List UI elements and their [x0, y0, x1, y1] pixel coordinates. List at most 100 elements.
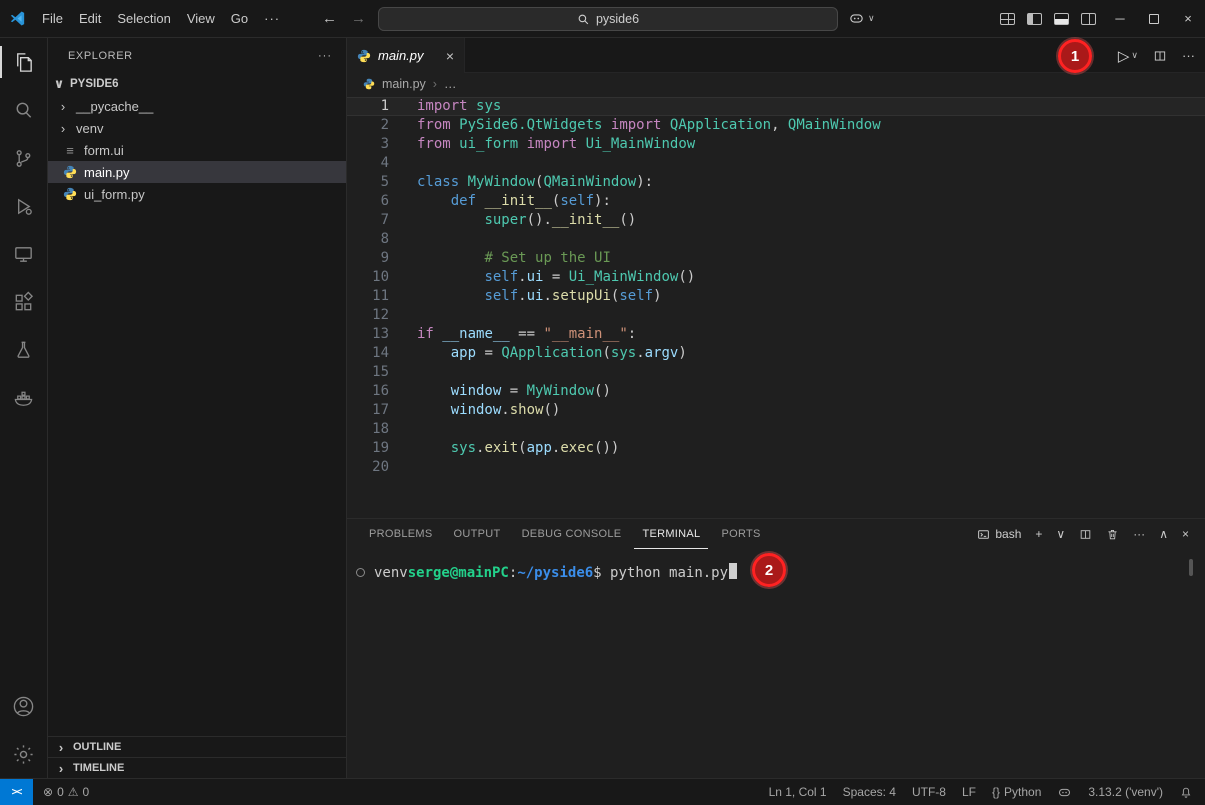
outline-section-header[interactable]: › OUTLINE [48, 736, 346, 757]
language-status[interactable]: {} Python [992, 785, 1041, 799]
split-editor-button[interactable] [1153, 49, 1167, 63]
tab-ports[interactable]: PORTS [713, 519, 768, 549]
activity-extensions[interactable] [0, 278, 48, 326]
line-number[interactable]: 16 [347, 382, 389, 401]
maximize-panel-icon[interactable]: ∧ [1159, 527, 1168, 541]
breadcrumb-symbol[interactable]: … [444, 77, 457, 91]
notifications-button[interactable] [1179, 785, 1193, 799]
line-number[interactable]: 9 [347, 249, 389, 268]
menu-go[interactable]: Go [223, 7, 256, 30]
timeline-section-header[interactable]: › TIMELINE [48, 757, 346, 778]
remote-indicator[interactable]: >< [0, 779, 33, 805]
activity-testing[interactable] [0, 326, 48, 374]
menu-view[interactable]: View [179, 7, 223, 30]
workspace-section-header[interactable]: ∨ PYSIDE6 [48, 73, 346, 95]
minimize-button[interactable]: ─ [1103, 0, 1137, 37]
problems-status[interactable]: ⊗ 0 ⚠ 0 [43, 785, 89, 799]
activity-search[interactable] [0, 86, 48, 134]
line-number[interactable]: 1 [347, 97, 389, 116]
code-line[interactable]: 2from PySide6.QtWidgets import QApplicat… [347, 116, 1205, 135]
line-number[interactable]: 6 [347, 192, 389, 211]
code-line[interactable]: 5class MyWindow(QMainWindow): [347, 173, 1205, 192]
breadcrumb-file[interactable]: main.py [382, 77, 426, 91]
code-line[interactable]: 11 self.ui.setupUi(self) [347, 287, 1205, 306]
toggle-sidebar-icon[interactable] [1027, 13, 1042, 25]
code-line[interactable]: 7 super().__init__() [347, 211, 1205, 230]
menu-file[interactable]: File [34, 7, 71, 30]
line-number[interactable]: 18 [347, 420, 389, 439]
close-window-button[interactable]: × [1171, 0, 1205, 37]
copilot-menu[interactable]: ∨ [848, 10, 875, 27]
code-line[interactable]: 15 [347, 363, 1205, 382]
line-number[interactable]: 13 [347, 325, 389, 344]
tab-problems[interactable]: PROBLEMS [361, 519, 441, 549]
back-arrow-icon[interactable]: ← [322, 10, 337, 27]
code-line[interactable]: 6 def __init__(self): [347, 192, 1205, 211]
encoding-status[interactable]: UTF-8 [912, 785, 946, 799]
copilot-status[interactable] [1057, 785, 1072, 800]
line-number[interactable]: 20 [347, 458, 389, 477]
tree-item-venv[interactable]: › venv [48, 117, 346, 139]
line-number[interactable]: 3 [347, 135, 389, 154]
maximize-button[interactable] [1137, 0, 1171, 37]
tree-item-ui-form-py[interactable]: ui_form.py [48, 183, 346, 205]
tab-terminal[interactable]: TERMINAL [634, 519, 708, 549]
terminal-scrollbar[interactable] [1189, 559, 1193, 576]
forward-arrow-icon[interactable]: → [351, 10, 366, 27]
line-number[interactable]: 5 [347, 173, 389, 192]
line-number[interactable]: 8 [347, 230, 389, 249]
toggle-panel-icon[interactable] [1054, 13, 1069, 25]
activity-accounts[interactable] [0, 682, 48, 730]
command-center-search[interactable]: pyside6 [378, 7, 838, 31]
code-line[interactable]: 19 sys.exit(app.exec()) [347, 439, 1205, 458]
code-line[interactable]: 8 [347, 230, 1205, 249]
tree-item-pycache[interactable]: › __pycache__ [48, 95, 346, 117]
python-interpreter-status[interactable]: 3.13.2 ('venv') [1088, 785, 1163, 799]
code-line[interactable]: 12 [347, 306, 1205, 325]
code-line[interactable]: 3from ui_form import Ui_MainWindow [347, 135, 1205, 154]
activity-source-control[interactable] [0, 134, 48, 182]
code-line[interactable]: 17 window.show() [347, 401, 1205, 420]
line-number[interactable]: 7 [347, 211, 389, 230]
code-line[interactable]: 10 self.ui = Ui_MainWindow() [347, 268, 1205, 287]
close-panel-icon[interactable]: × [1182, 527, 1189, 541]
line-number[interactable]: 10 [347, 268, 389, 287]
activity-run-debug[interactable] [0, 182, 48, 230]
activity-settings[interactable] [0, 730, 48, 778]
line-number[interactable]: 2 [347, 116, 389, 135]
eol-status[interactable]: LF [962, 785, 976, 799]
run-python-file-button[interactable]: ▷ ∨ [1118, 47, 1138, 65]
editor-more-actions-icon[interactable]: ··· [1182, 48, 1195, 63]
line-number[interactable]: 14 [347, 344, 389, 363]
indentation-status[interactable]: Spaces: 4 [843, 785, 896, 799]
menu-overflow-icon[interactable]: ··· [256, 7, 288, 30]
terminal-profiles-chevron-icon[interactable]: ∨ [1056, 527, 1065, 541]
tree-item-form-ui[interactable]: ≡ form.ui [48, 139, 346, 161]
line-number[interactable]: 12 [347, 306, 389, 325]
activity-docker[interactable] [0, 374, 48, 422]
line-number[interactable]: 4 [347, 154, 389, 173]
code-line[interactable]: 4 [347, 154, 1205, 173]
line-number[interactable]: 19 [347, 439, 389, 458]
line-number[interactable]: 17 [347, 401, 389, 420]
minimap[interactable] [1099, 101, 1161, 161]
code-line[interactable]: 1import sys [347, 97, 1205, 116]
cursor-position-status[interactable]: Ln 1, Col 1 [769, 785, 827, 799]
line-number[interactable]: 15 [347, 363, 389, 382]
code-line[interactable]: 20 [347, 458, 1205, 477]
code-line[interactable]: 18 [347, 420, 1205, 439]
toggle-secondary-sidebar-icon[interactable] [1081, 13, 1096, 25]
line-number[interactable]: 11 [347, 287, 389, 306]
code-line[interactable]: 13if __name__ == "__main__": [347, 325, 1205, 344]
code-line[interactable]: 14 app = QApplication(sys.argv) [347, 344, 1205, 363]
menu-edit[interactable]: Edit [71, 7, 109, 30]
tab-debug-console[interactable]: DEBUG CONSOLE [514, 519, 630, 549]
activity-remote-explorer[interactable] [0, 230, 48, 278]
customize-layout-icon[interactable] [1000, 13, 1015, 25]
menu-selection[interactable]: Selection [109, 7, 178, 30]
tab-main-py[interactable]: main.py × [347, 38, 465, 73]
panel-more-actions-icon[interactable]: ··· [1133, 527, 1145, 541]
active-shell-button[interactable]: bash [977, 527, 1021, 541]
code-line[interactable]: 9 # Set up the UI [347, 249, 1205, 268]
code-editor[interactable]: 1import sys2from PySide6.QtWidgets impor… [347, 95, 1205, 518]
